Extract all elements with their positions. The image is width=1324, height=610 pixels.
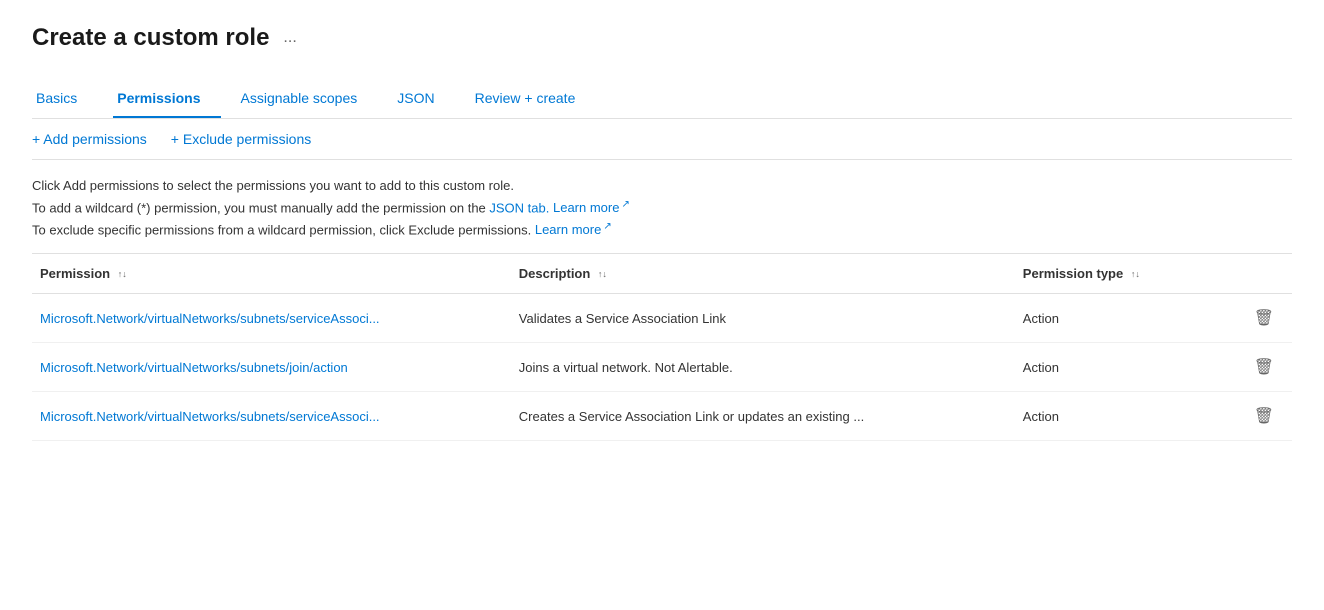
cell-description: Validates a Service Association Link [511, 294, 1015, 343]
cell-permission: Microsoft.Network/virtualNetworks/subnet… [32, 294, 511, 343]
add-permissions-button[interactable]: + Add permissions [32, 131, 147, 147]
col-header-description: Description ↑↓ [511, 254, 1015, 294]
info-line-1: Click Add permissions to select the perm… [32, 176, 1292, 197]
table-row: Microsoft.Network/virtualNetworks/subnet… [32, 343, 1292, 392]
info-line-3: To exclude specific permissions from a w… [32, 219, 1292, 241]
table-row: Microsoft.Network/virtualNetworks/subnet… [32, 392, 1292, 441]
learn-more-link-1[interactable]: Learn more↗ [553, 200, 630, 215]
delete-button[interactable]: 🗑 [1248, 404, 1280, 428]
tab-assignable-scopes[interactable]: Assignable scopes [237, 80, 378, 118]
cell-description: Creates a Service Association Link or up… [511, 392, 1015, 441]
learn-more-link-2[interactable]: Learn more↗ [535, 222, 612, 237]
cell-permission-type: Action [1015, 294, 1217, 343]
sort-icon-permission-type[interactable]: ↑↓ [1131, 270, 1140, 279]
json-tab-link[interactable]: JSON tab. [489, 200, 549, 215]
tab-permissions[interactable]: Permissions [113, 80, 220, 118]
cell-action: 🗑 [1216, 392, 1292, 441]
permission-link[interactable]: Microsoft.Network/virtualNetworks/subnet… [40, 409, 380, 424]
delete-button[interactable]: 🗑 [1248, 306, 1280, 330]
table-row: Microsoft.Network/virtualNetworks/subnet… [32, 294, 1292, 343]
col-header-action [1216, 254, 1292, 294]
delete-button[interactable]: 🗑 [1248, 355, 1280, 379]
external-link-icon-2: ↗ [603, 221, 611, 232]
cell-permission-type: Action [1015, 343, 1217, 392]
exclude-permissions-button[interactable]: + Exclude permissions [171, 131, 311, 147]
cell-action: 🗑 [1216, 343, 1292, 392]
sort-icon-permission[interactable]: ↑↓ [118, 270, 127, 279]
table-header: Permission ↑↓ Description ↑↓ Permission … [32, 254, 1292, 294]
page-title: Create a custom role [32, 24, 269, 52]
action-row: + Add permissions + Exclude permissions [32, 119, 1292, 160]
table-body: Microsoft.Network/virtualNetworks/subnet… [32, 294, 1292, 441]
permission-link[interactable]: Microsoft.Network/virtualNetworks/subnet… [40, 360, 348, 375]
info-line-2: To add a wildcard (*) permission, you mu… [32, 197, 1292, 219]
permission-link[interactable]: Microsoft.Network/virtualNetworks/subnet… [40, 311, 380, 326]
cell-permission-type: Action [1015, 392, 1217, 441]
col-header-permission-type: Permission type ↑↓ [1015, 254, 1217, 294]
cell-permission: Microsoft.Network/virtualNetworks/subnet… [32, 392, 511, 441]
tab-basics[interactable]: Basics [32, 80, 97, 118]
info-section: Click Add permissions to select the perm… [32, 160, 1292, 254]
tab-json[interactable]: JSON [393, 80, 454, 118]
sort-icon-description[interactable]: ↑↓ [598, 270, 607, 279]
page-title-row: Create a custom role ... [32, 24, 1292, 52]
ellipsis-button[interactable]: ... [277, 27, 302, 49]
cell-action: 🗑 [1216, 294, 1292, 343]
tab-bar: Basics Permissions Assignable scopes JSO… [32, 80, 1292, 119]
external-link-icon-1: ↗ [621, 199, 629, 210]
tab-review-create[interactable]: Review + create [471, 80, 596, 118]
cell-description: Joins a virtual network. Not Alertable. [511, 343, 1015, 392]
cell-permission: Microsoft.Network/virtualNetworks/subnet… [32, 343, 511, 392]
col-header-permission: Permission ↑↓ [32, 254, 511, 294]
permissions-table: Permission ↑↓ Description ↑↓ Permission … [32, 254, 1292, 441]
